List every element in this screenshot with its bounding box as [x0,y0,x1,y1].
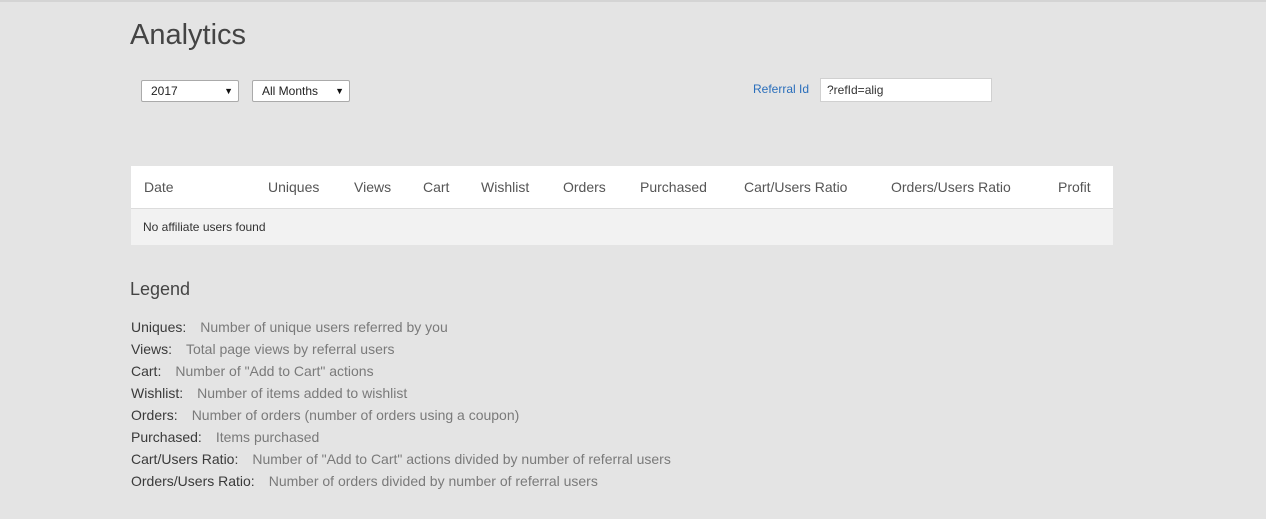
legend-description: Number of "Add to Cart" actions [175,363,374,379]
legend-description: Number of unique users referred by you [200,319,448,335]
legend-term: Orders: [131,407,178,423]
legend-item: Cart: Number of "Add to Cart" actions [131,360,671,382]
legend-term: Cart: [131,363,162,379]
column-header-cart-users-ratio[interactable]: Cart/Users Ratio [744,166,847,208]
legend-description: Total page views by referral users [185,341,395,357]
legend-term: Orders/Users Ratio: [131,473,255,489]
legend-title: Legend [130,279,191,299]
legend-description: Number of "Add to Cart" actions divided … [252,451,671,467]
legend-description: Items purchased [215,429,320,445]
legend-item: Uniques: Number of unique users referred … [131,316,671,338]
chevron-down-icon: ▼ [335,86,344,96]
column-header-cart[interactable]: Cart [423,166,449,208]
legend-item: Purchased: Items purchased [131,426,671,448]
table-row: No affiliate users found [131,209,1113,245]
referral-id-label: Referral Id [753,82,810,96]
legend-term: Views: [131,341,172,357]
analytics-table: Date Uniques Views Cart Wishlist Orders … [131,166,1113,245]
chevron-down-icon: ▼ [224,86,233,96]
legend-description: Number of orders divided by number of re… [268,473,598,489]
column-header-orders[interactable]: Orders [563,166,606,208]
column-header-views[interactable]: Views [354,166,391,208]
table-header: Date Uniques Views Cart Wishlist Orders … [131,166,1113,209]
legend-item: Cart/Users Ratio: Number of "Add to Cart"… [131,448,671,470]
year-select-value: 2017 [151,84,178,98]
legend-term: Purchased: [131,429,202,445]
legend-list: Uniques: Number of unique users referred … [131,316,671,492]
legend-description: Number of items added to wishlist [197,385,408,401]
month-select[interactable]: All Months ▼ [252,80,350,102]
legend-item: Orders: Number of orders (number of order… [131,404,671,426]
legend-item: Orders/Users Ratio: Number of orders divi… [131,470,671,492]
year-select[interactable]: 2017 ▼ [141,80,239,102]
legend-item: Wishlist: Number of items added to wishli… [131,382,671,404]
month-select-value: All Months [262,84,319,98]
column-header-profit[interactable]: Profit [1058,166,1091,208]
legend-term: Wishlist: [131,385,184,401]
column-header-orders-users-ratio[interactable]: Orders/Users Ratio [891,166,1011,208]
legend-term: Cart/Users Ratio: [131,451,239,467]
page-title: Analytics [130,19,247,51]
legend-description: Number of orders (number of orders using… [191,407,520,423]
legend-item: Views: Total page views by referral users [131,338,671,360]
legend-term: Uniques: [131,319,187,335]
referral-id-input[interactable] [820,78,992,102]
column-header-date[interactable]: Date [144,166,174,208]
column-header-wishlist[interactable]: Wishlist [481,166,529,208]
empty-table-message: No affiliate users found [143,220,266,234]
column-header-purchased[interactable]: Purchased [640,166,707,208]
column-header-uniques[interactable]: Uniques [268,166,319,208]
